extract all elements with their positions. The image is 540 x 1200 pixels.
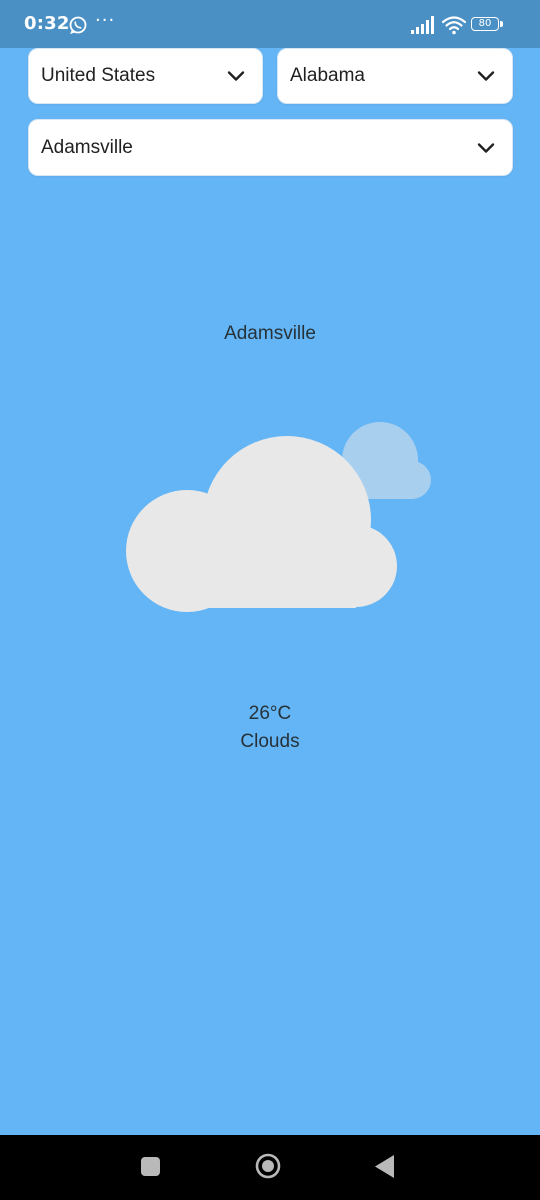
home-button[interactable] [255,1153,281,1179]
recents-button[interactable] [141,1157,160,1176]
location-name: Adamsville [224,323,316,344]
battery-icon: 80 [471,17,503,33]
clouds-icon [126,422,431,612]
country-dropdown-value: United States [41,65,156,86]
battery-level: 80 [471,17,499,31]
chevron-down-icon [227,71,245,81]
state-dropdown[interactable]: Alabama [277,48,513,104]
wifi-icon [442,16,466,35]
temperature: 26°C [248,703,292,724]
country-dropdown[interactable]: United States [28,48,263,104]
whatsapp-icon [69,16,87,35]
navigation-bar [0,1135,540,1200]
weather-condition: Clouds [240,731,300,752]
city-dropdown-value: Adamsville [41,136,133,158]
signal-icon [411,16,434,34]
chevron-down-icon [477,71,495,81]
state-dropdown-value: Alabama [290,65,365,86]
battery-tip [500,21,503,27]
back-button[interactable] [374,1154,396,1179]
status-time: 0:32 [24,13,70,34]
city-dropdown[interactable]: Adamsville [28,119,513,176]
chevron-down-icon [477,142,495,153]
status-bar: 0:32 ··· 80 [0,0,540,48]
more-notifications-indicator: ··· [95,10,116,31]
